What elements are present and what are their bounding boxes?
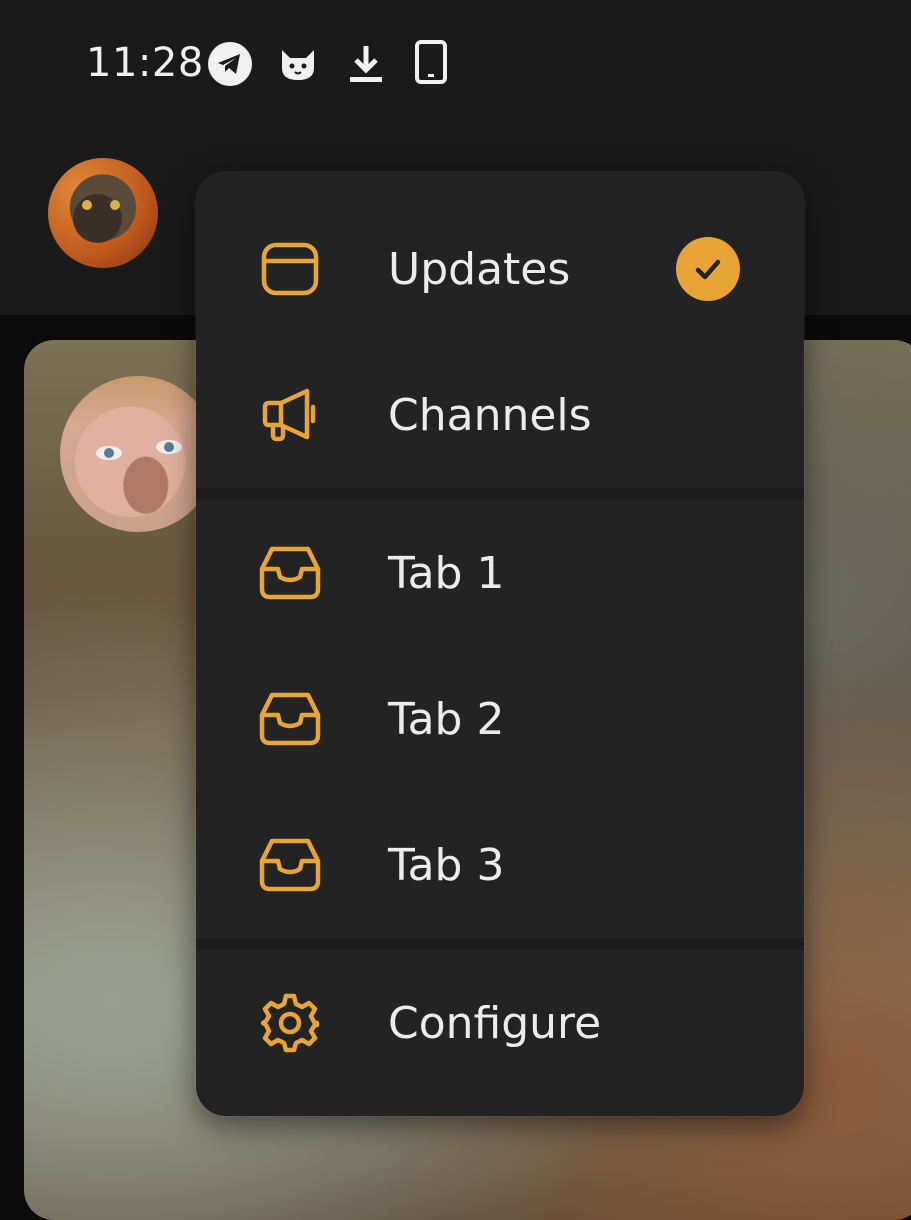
menu-item-updates[interactable]: Updates (196, 196, 804, 342)
menu-divider (196, 488, 804, 500)
telegram-icon (208, 42, 252, 86)
selected-check-icon (676, 237, 740, 301)
phone-icon (415, 40, 447, 84)
window-icon (258, 237, 322, 301)
profile-avatar[interactable] (48, 158, 158, 268)
menu-divider (196, 938, 804, 950)
megaphone-icon (258, 383, 322, 447)
status-bar: 11:28 (0, 0, 911, 125)
cat-icon (282, 50, 314, 80)
status-time: 11:28 (86, 40, 204, 86)
menu-item-tab-2[interactable]: Tab 2 (196, 646, 804, 792)
download-icon (350, 46, 382, 82)
menu-item-label: Configure (388, 997, 602, 1049)
menu-item-label: Updates (388, 243, 571, 295)
menu-item-label: Tab 3 (388, 839, 505, 891)
menu-item-label: Tab 1 (388, 547, 505, 599)
menu-item-tab-3[interactable]: Tab 3 (196, 792, 804, 938)
inbox-icon (258, 833, 322, 897)
menu-item-channels[interactable]: Channels (196, 342, 804, 488)
inbox-icon (258, 541, 322, 605)
menu-item-label: Tab 2 (388, 693, 505, 745)
menu-item-tab-1[interactable]: Tab 1 (196, 500, 804, 646)
inbox-icon (258, 687, 322, 751)
story-avatar[interactable] (60, 376, 216, 532)
menu-item-label: Channels (388, 389, 592, 441)
tab-selector-menu: Updates Channels Tab 1 Tab 2 Tab 3 Confi… (196, 172, 804, 1116)
gear-icon (258, 991, 322, 1055)
menu-item-configure[interactable]: Configure (196, 950, 804, 1096)
